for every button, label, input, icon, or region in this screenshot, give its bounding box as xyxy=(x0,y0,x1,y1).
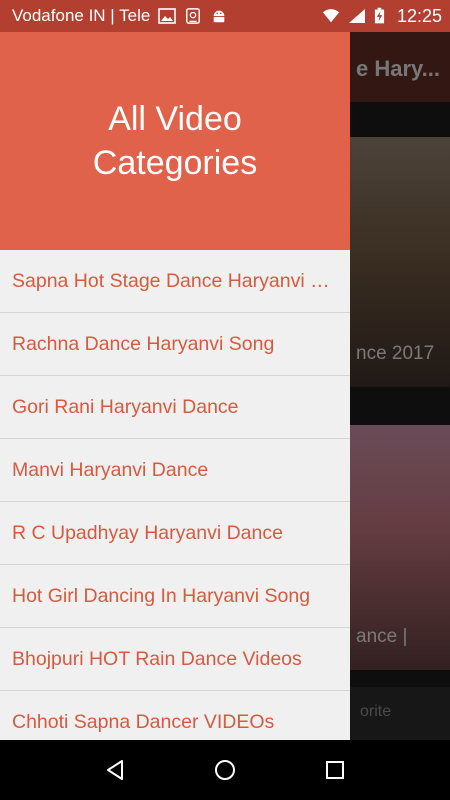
system-nav-bar xyxy=(0,740,450,800)
battery-charging-icon xyxy=(374,7,385,24)
carrier-label: Vodafone IN | Tele xyxy=(12,6,151,25)
category-label: Chhoti Sapna Dancer VIDEOs xyxy=(12,710,275,733)
navigation-drawer: All Video Categories Sapna Hot Stage Dan… xyxy=(0,32,350,740)
category-label: Bhojpuri HOT Rain Dance Videos xyxy=(12,647,302,670)
category-list: Sapna Hot Stage Dance Haryanvi Song Rach… xyxy=(0,250,350,740)
category-item[interactable]: R C Upadhyay Haryanvi Dance xyxy=(0,502,350,565)
back-icon xyxy=(107,760,123,780)
clock: 12:25 xyxy=(396,5,442,26)
category-item[interactable]: Hot Girl Dancing In Haryanvi Song xyxy=(0,565,350,628)
recents-button[interactable] xyxy=(320,755,350,785)
home-button[interactable] xyxy=(210,755,240,785)
category-label: Hot Girl Dancing In Haryanvi Song xyxy=(12,584,311,607)
category-label: R C Upadhyay Haryanvi Dance xyxy=(12,521,283,544)
drawer-scrim[interactable] xyxy=(350,32,450,740)
drawer-header: All Video Categories xyxy=(0,32,350,250)
category-label: Rachna Dance Haryanvi Song xyxy=(12,332,275,355)
sim-card-icon xyxy=(186,8,201,24)
category-item[interactable]: Sapna Hot Stage Dance Haryanvi Song xyxy=(0,250,350,313)
android-icon xyxy=(213,10,225,23)
status-bar: Vodafone IN | Tele 12:25 xyxy=(0,0,450,32)
category-item[interactable]: Bhojpuri HOT Rain Dance Videos xyxy=(0,628,350,691)
back-button[interactable] xyxy=(100,755,130,785)
image-icon xyxy=(158,8,177,24)
category-item[interactable]: Gori Rani Haryanvi Dance xyxy=(0,376,350,439)
recents-icon xyxy=(326,761,344,779)
category-item[interactable]: Manvi Haryanvi Dance xyxy=(0,439,350,502)
home-icon xyxy=(215,760,235,780)
category-item[interactable]: Rachna Dance Haryanvi Song xyxy=(0,313,350,376)
category-label: Gori Rani Haryanvi Dance xyxy=(12,395,239,418)
category-item[interactable]: Chhoti Sapna Dancer VIDEOs xyxy=(0,691,350,740)
drawer-title: All Video Categories xyxy=(92,100,258,182)
category-label: Sapna Hot Stage Dance Haryanvi Song xyxy=(12,269,338,292)
category-label: Manvi Haryanvi Dance xyxy=(12,458,209,481)
wifi-icon xyxy=(322,9,340,23)
signal-icon xyxy=(348,9,365,23)
